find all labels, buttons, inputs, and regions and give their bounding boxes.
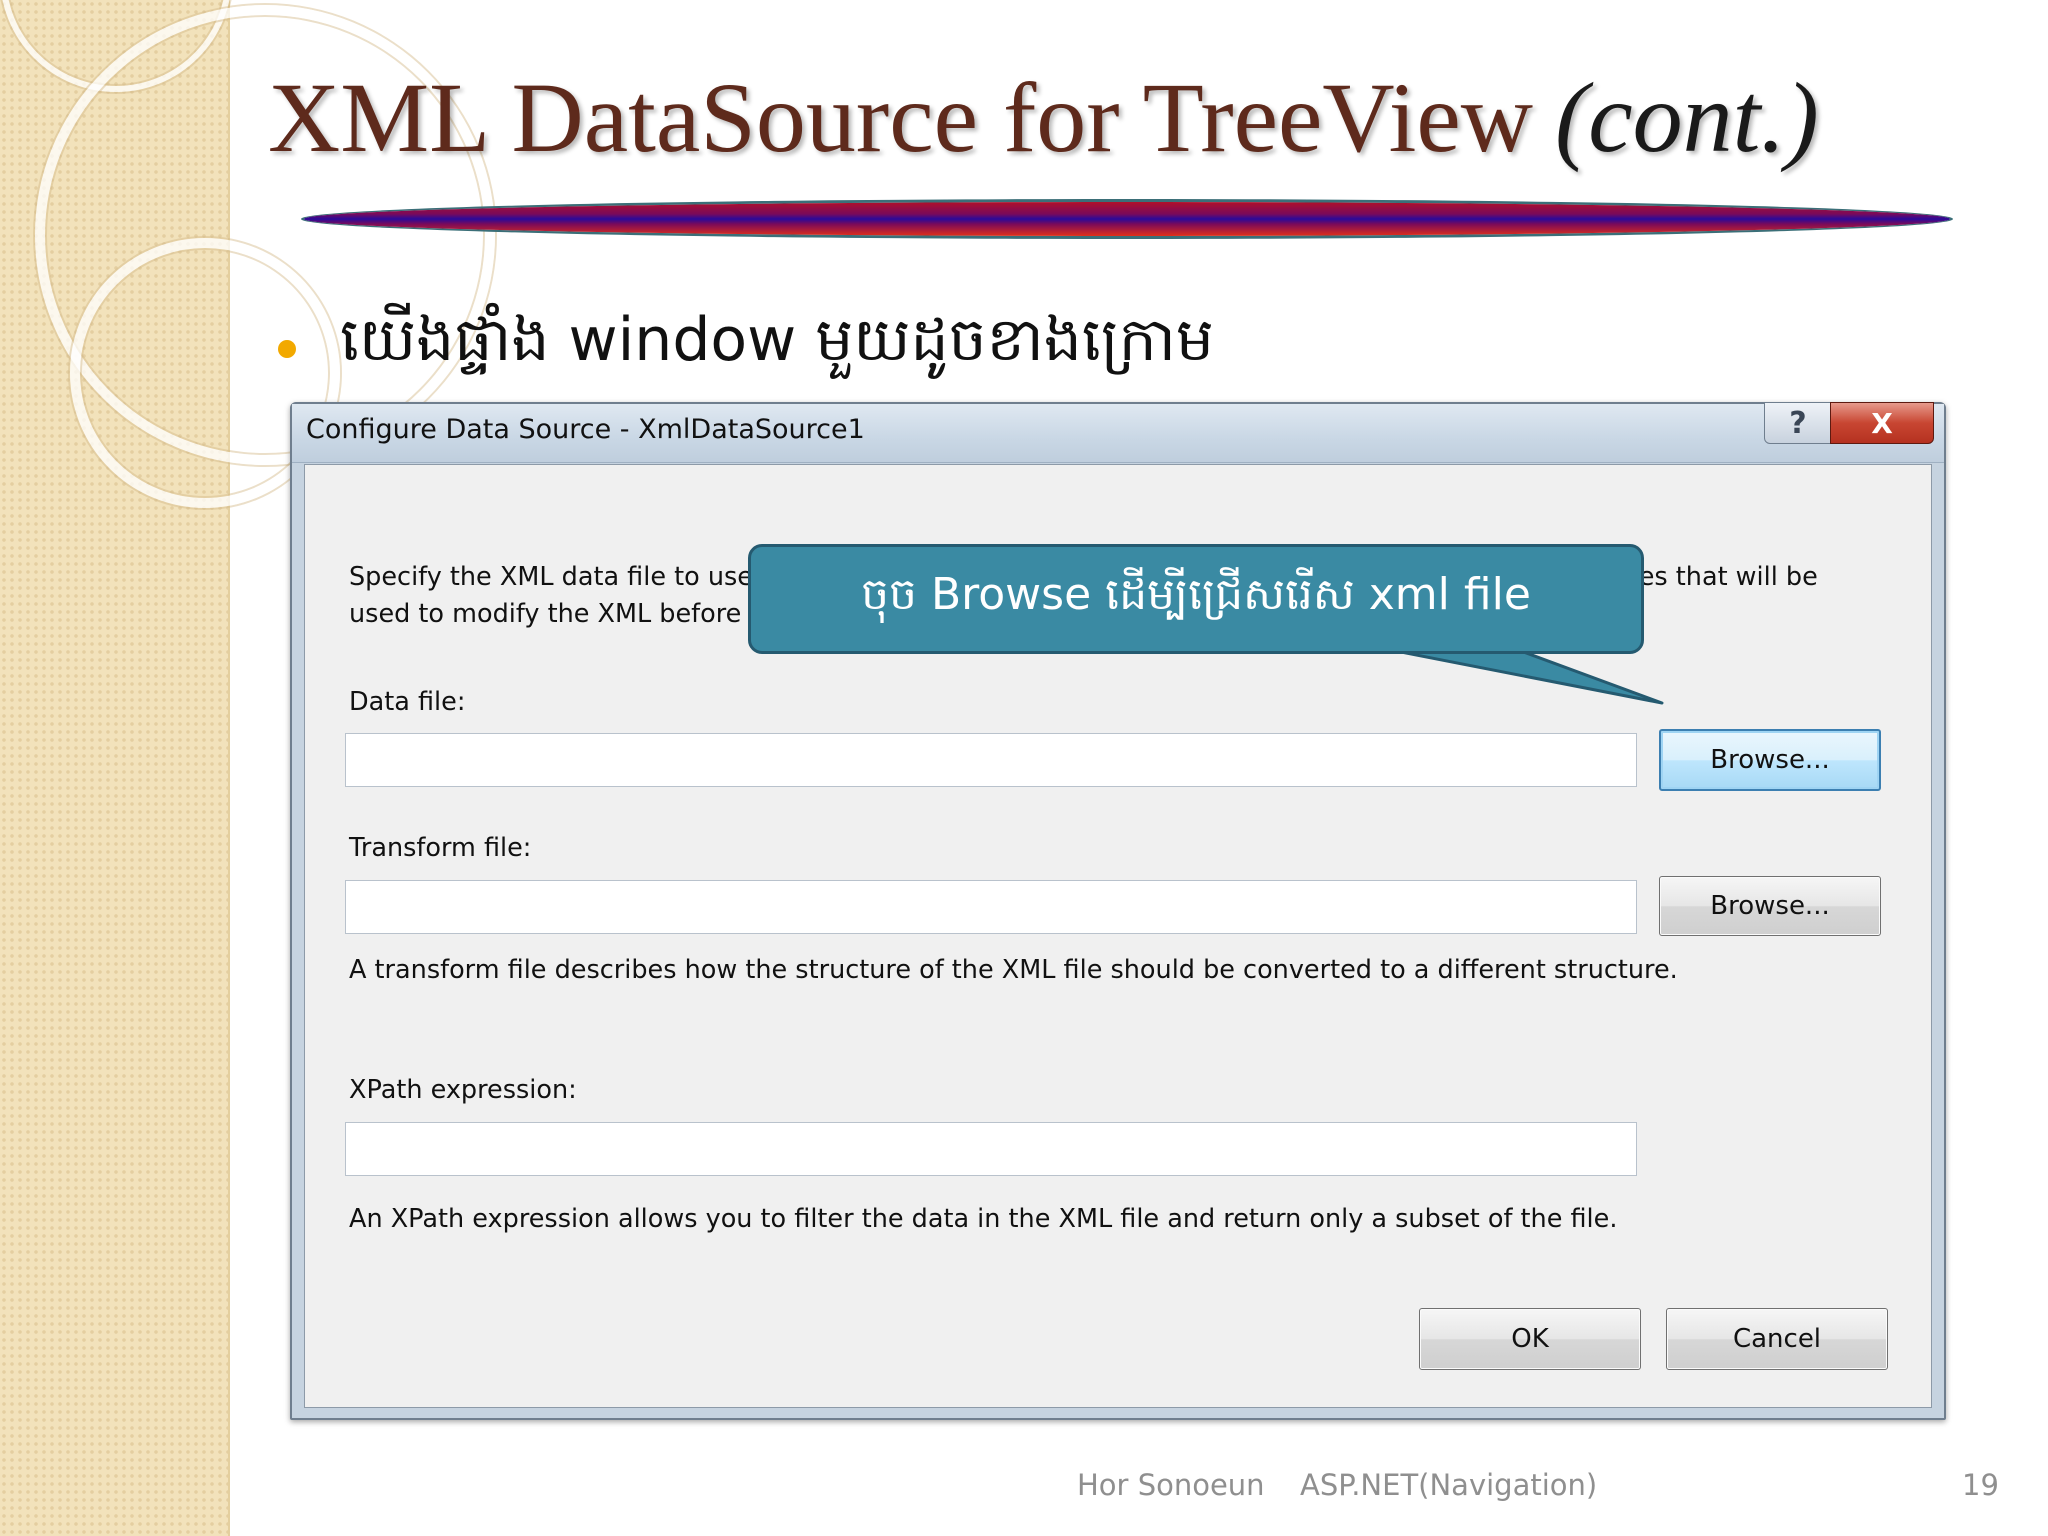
instruction-callout: ចុច Browse ដើម្បីជ្រើសរើស xml file bbox=[748, 544, 1644, 654]
footer-author: Hor Sonoeun bbox=[1077, 1468, 1265, 1502]
bullet-dot-icon bbox=[278, 340, 296, 358]
dialog-title: Configure Data Source - XmlDataSource1 bbox=[306, 414, 865, 445]
help-icon: ? bbox=[1789, 405, 1807, 441]
transform-file-label: Transform file: bbox=[349, 833, 532, 863]
data-file-browse-button[interactable]: Browse... bbox=[1659, 729, 1881, 791]
bullet-item: យើងផ្ទាំង window មួយដូចខាងក្រោម bbox=[278, 300, 1214, 392]
data-file-label: Data file: bbox=[349, 687, 466, 717]
ok-button[interactable]: OK bbox=[1419, 1308, 1641, 1370]
xpath-hint: An XPath expression allows you to filter… bbox=[349, 1204, 1618, 1234]
slide-title-main: XML DataSource for TreeView bbox=[268, 62, 1533, 173]
transform-file-input[interactable] bbox=[345, 880, 1637, 934]
page-number: 19 bbox=[1962, 1468, 1999, 1502]
dialog-titlebar[interactable]: Configure Data Source - XmlDataSource1 ?… bbox=[292, 402, 1944, 463]
slide-title: XML DataSource for TreeView (cont.) bbox=[268, 58, 2008, 178]
xpath-label: XPath expression: bbox=[349, 1075, 577, 1105]
transform-file-browse-button[interactable]: Browse... bbox=[1659, 876, 1881, 936]
slide-title-suffix: (cont.) bbox=[1555, 62, 1819, 173]
title-underline-bar bbox=[304, 202, 1950, 236]
xpath-input[interactable] bbox=[345, 1122, 1637, 1176]
transform-file-hint: A transform file describes how the struc… bbox=[349, 955, 1678, 985]
bullet-text: យើងផ្ទាំង window មួយដូចខាងក្រោម bbox=[340, 305, 1214, 375]
cancel-button[interactable]: Cancel bbox=[1666, 1308, 1888, 1370]
close-button[interactable]: X bbox=[1830, 402, 1934, 444]
footer-topic: ASP.NET(Navigation) bbox=[1300, 1468, 1598, 1502]
close-icon: X bbox=[1871, 406, 1893, 440]
help-button[interactable]: ? bbox=[1764, 402, 1832, 444]
data-file-input[interactable] bbox=[345, 733, 1637, 787]
